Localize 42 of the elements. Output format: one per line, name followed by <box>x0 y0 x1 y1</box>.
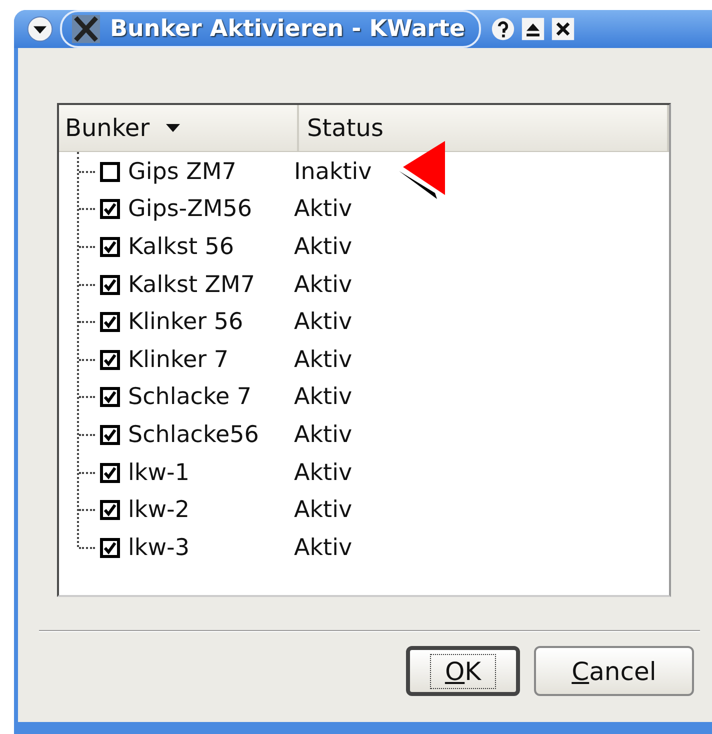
status-text: Aktiv <box>294 497 352 524</box>
checkbox[interactable] <box>100 350 120 370</box>
status-text: Inaktiv <box>294 158 372 185</box>
status-text: Aktiv <box>294 196 352 222</box>
status-text: Aktiv <box>294 272 352 298</box>
dialog-button[interactable]: OK <box>406 646 520 696</box>
checkbox[interactable] <box>100 236 120 257</box>
checkbox[interactable] <box>100 462 120 483</box>
status-text: Aktiv <box>294 309 352 336</box>
checkbox[interactable] <box>100 500 120 520</box>
help-icon[interactable] <box>491 17 516 41</box>
checkbox[interactable] <box>100 199 120 220</box>
status-text: Aktiv <box>294 534 352 561</box>
status-text: Aktiv <box>294 384 352 410</box>
window-title: Bunker Aktivieren - KWarte <box>60 10 482 48</box>
bunker-name: lkw-3 <box>128 534 190 561</box>
checkbox[interactable] <box>100 387 120 408</box>
checkbox[interactable] <box>100 538 120 558</box>
bunker-name: Gips-ZM56 <box>128 196 253 222</box>
bunker-name: Klinker 56 <box>128 309 244 336</box>
close-icon[interactable] <box>551 17 576 41</box>
bunker-name: Klinker 7 <box>128 346 230 373</box>
bunker-name: Kalkst ZM7 <box>128 272 256 298</box>
bunker-name: Schlacke 7 <box>128 384 253 410</box>
window-menu-icon[interactable] <box>26 15 54 43</box>
checkbox[interactable] <box>100 312 120 332</box>
status-text: Aktiv <box>294 234 352 260</box>
status-text: Aktiv <box>294 346 352 373</box>
bunker-name: Gips ZM7 <box>128 158 238 185</box>
bunker-name: Kalkst 56 <box>128 234 236 260</box>
status-text: Aktiv <box>294 460 352 486</box>
bunker-name: lkw-2 <box>128 497 190 524</box>
bunker-name: Schlacke56 <box>128 422 260 448</box>
checkbox[interactable] <box>100 424 120 445</box>
column-header[interactable]: Bunker <box>59 105 299 151</box>
checkbox[interactable] <box>100 162 120 182</box>
bunker-name: lkw-1 <box>128 460 190 486</box>
maximize-icon[interactable] <box>521 17 546 41</box>
x-logo-icon <box>72 15 100 43</box>
checkbox[interactable] <box>100 274 120 295</box>
status-text: Aktiv <box>294 422 352 448</box>
dialog-button[interactable]: Cancel <box>534 646 694 696</box>
